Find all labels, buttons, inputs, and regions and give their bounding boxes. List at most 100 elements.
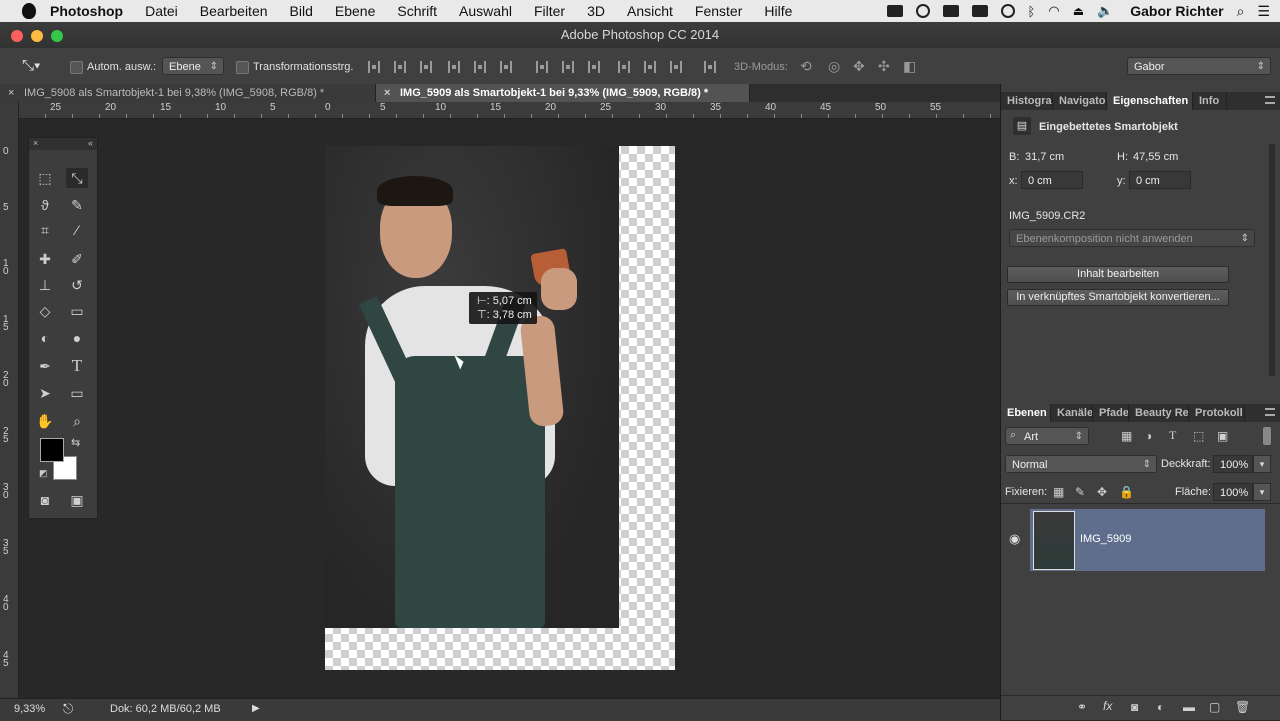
layer-thumbnail[interactable] bbox=[1033, 511, 1075, 570]
panel-menu-icon[interactable] bbox=[1265, 96, 1275, 104]
brush-tool-icon[interactable]: ✐ bbox=[66, 249, 88, 269]
lasso-tool-icon[interactable]: ϑ bbox=[34, 195, 56, 215]
fill-arrow-icon[interactable]: ▾ bbox=[1253, 483, 1271, 501]
3d-slide-icon[interactable]: ✣ bbox=[878, 58, 890, 75]
horizontal-ruler[interactable]: 25 20 15 10 5 0 5 10 15 20 25 30 35 40 45 50 55 bbox=[18, 102, 1000, 119]
lock-all-icon[interactable]: 🔒 bbox=[1119, 485, 1134, 499]
properties-scrollbar[interactable] bbox=[1269, 144, 1275, 376]
vertical-ruler[interactable]: 0 5 10 15 20 25 30 35 40 45 bbox=[0, 102, 19, 698]
sync-icon[interactable] bbox=[915, 4, 930, 18]
close-tab-icon[interactable]: × bbox=[384, 84, 390, 102]
document-canvas[interactable] bbox=[325, 146, 675, 670]
eject-icon[interactable]: ⏏ bbox=[1073, 4, 1084, 18]
align-vcenter-icon[interactable] bbox=[394, 61, 406, 73]
canvas-area[interactable]: ⊢: 5,07 cm ⊤: 3,78 cm bbox=[19, 119, 1000, 698]
menu-datei[interactable]: Datei bbox=[145, 3, 178, 19]
menu-ebene[interactable]: Ebene bbox=[335, 3, 375, 19]
panel-menu-icon[interactable] bbox=[1265, 408, 1275, 416]
tab-navigator[interactable]: Navigato bbox=[1053, 92, 1107, 110]
distribute-bottom-icon[interactable] bbox=[588, 61, 600, 73]
bluetooth-icon[interactable]: ᛒ bbox=[1028, 4, 1036, 19]
history-brush-tool-icon[interactable]: ↺ bbox=[66, 275, 88, 295]
distribute-left-icon[interactable] bbox=[618, 61, 630, 73]
align-bottom-icon[interactable] bbox=[420, 61, 432, 73]
user-name[interactable]: Gabor Richter bbox=[1130, 3, 1223, 19]
filter-type-icon[interactable]: T bbox=[1169, 428, 1176, 443]
menu-app-photoshop[interactable]: Photoshop bbox=[50, 3, 123, 19]
blur-tool-icon[interactable]: ◐ bbox=[34, 328, 56, 348]
layer-comp-dropdown[interactable]: Ebenenkomposition nicht anwenden bbox=[1009, 229, 1255, 248]
layer-visibility-eye-icon[interactable]: ◉ bbox=[1009, 531, 1020, 547]
screen-icon[interactable] bbox=[942, 5, 959, 17]
healing-brush-tool-icon[interactable]: ✚ bbox=[34, 249, 56, 269]
link-layers-icon[interactable]: ⚭ bbox=[1077, 700, 1087, 714]
distribute-right-icon[interactable] bbox=[670, 61, 682, 73]
opacity-field[interactable]: 100% bbox=[1213, 455, 1253, 473]
menu-3d[interactable]: 3D bbox=[587, 3, 605, 19]
pen-tool-icon[interactable]: ✒ bbox=[34, 356, 56, 376]
smart-object-photo[interactable] bbox=[325, 146, 619, 628]
lock-transparency-icon[interactable]: ▦ bbox=[1053, 485, 1064, 499]
menu-schrift[interactable]: Schrift bbox=[397, 3, 437, 19]
adjustment-layer-icon[interactable]: ◐ bbox=[1157, 700, 1164, 714]
filter-toggle-switch[interactable] bbox=[1263, 427, 1271, 445]
tab-img-5909[interactable]: × IMG_5909 als Smartobjekt-1 bei 9,33% (… bbox=[376, 84, 750, 102]
layer-name[interactable]: IMG_5909 bbox=[1080, 533, 1131, 545]
path-selection-tool-icon[interactable]: ➤ bbox=[34, 383, 56, 403]
swap-colors-icon[interactable]: ⇆ bbox=[71, 436, 80, 449]
opacity-arrow-icon[interactable]: ▾ bbox=[1253, 455, 1271, 473]
edit-contents-button[interactable]: Inhalt bearbeiten bbox=[1007, 266, 1229, 283]
menu-bild[interactable]: Bild bbox=[290, 3, 313, 19]
distribute-vcenter-icon[interactable] bbox=[562, 61, 574, 73]
wifi-icon[interactable]: ◠ bbox=[1048, 3, 1059, 19]
tab-layers[interactable]: Ebenen bbox=[1001, 404, 1051, 422]
convert-to-linked-button[interactable]: In verknüpftes Smartobjekt konvertieren.… bbox=[1007, 289, 1229, 306]
3d-scale-icon[interactable]: ◧ bbox=[903, 58, 916, 75]
filter-adjustment-icon[interactable]: ◑ bbox=[1145, 429, 1152, 443]
tab-history[interactable]: Protokoll bbox=[1189, 404, 1245, 422]
align-hcenter-icon[interactable] bbox=[474, 61, 486, 73]
tab-histogram[interactable]: Histogra bbox=[1001, 92, 1053, 110]
quick-mask-icon[interactable]: ◙ bbox=[34, 490, 56, 510]
3d-drag-icon[interactable]: ✥ bbox=[853, 58, 865, 75]
eraser-tool-icon[interactable]: ◇ bbox=[34, 301, 56, 321]
layer-style-fx-icon[interactable]: fx bbox=[1103, 699, 1112, 713]
gradient-tool-icon[interactable]: ▭ bbox=[66, 301, 88, 321]
width-value[interactable]: 31,7 cm bbox=[1025, 151, 1064, 163]
menu-fenster[interactable]: Fenster bbox=[695, 3, 742, 19]
auto-align-icon[interactable] bbox=[704, 61, 716, 73]
zoom-level[interactable]: 9,33% bbox=[14, 703, 45, 715]
auto-select-dropdown[interactable]: Ebene bbox=[162, 57, 224, 76]
menu-ansicht[interactable]: Ansicht bbox=[627, 3, 673, 19]
height-value[interactable]: 47,55 cm bbox=[1133, 151, 1178, 163]
share-icon[interactable]: ⎋ bbox=[63, 701, 73, 717]
crop-tool-icon[interactable]: ⌗ bbox=[34, 220, 56, 240]
dodge-tool-icon[interactable]: ● bbox=[66, 328, 88, 348]
layer-row-img-5909[interactable]: IMG_5909 bbox=[1030, 509, 1265, 571]
marquee-tool-icon[interactable]: ⬚ bbox=[34, 168, 56, 188]
time-machine-icon[interactable] bbox=[1000, 4, 1015, 18]
zoom-tool-icon[interactable]: ⌕ bbox=[66, 411, 88, 431]
tab-channels[interactable]: Kanäle bbox=[1051, 404, 1093, 422]
y-field[interactable]: 0 cm bbox=[1129, 171, 1191, 189]
new-group-icon[interactable]: ▬ bbox=[1183, 700, 1195, 714]
hand-tool-icon[interactable]: ✋ bbox=[34, 411, 56, 431]
blend-mode-dropdown[interactable]: Normal bbox=[1005, 455, 1157, 474]
foreground-color-swatch[interactable] bbox=[40, 438, 64, 462]
collapse-panel-icon[interactable]: « bbox=[88, 138, 93, 148]
3d-roll-icon[interactable]: ◎ bbox=[828, 58, 840, 75]
lock-pixels-icon[interactable]: ✎ bbox=[1075, 485, 1085, 499]
align-right-icon[interactable] bbox=[500, 61, 512, 73]
tab-properties[interactable]: Eigenschaften bbox=[1107, 92, 1193, 110]
align-top-icon[interactable] bbox=[368, 61, 380, 73]
distribute-hcenter-icon[interactable] bbox=[644, 61, 656, 73]
menu-hilfe[interactable]: Hilfe bbox=[764, 3, 792, 19]
spotlight-search-icon[interactable]: ⌕ bbox=[1237, 3, 1245, 20]
rectangle-tool-icon[interactable]: ▭ bbox=[66, 383, 88, 403]
type-tool-icon[interactable]: T bbox=[66, 356, 88, 376]
menu-filter[interactable]: Filter bbox=[534, 3, 565, 19]
default-colors-icon[interactable]: ◩ bbox=[39, 468, 48, 479]
tab-paths[interactable]: Pfade bbox=[1093, 404, 1129, 422]
move-tool-icon[interactable]: ⤡ bbox=[66, 168, 88, 188]
transform-controls-checkbox[interactable] bbox=[236, 61, 249, 74]
